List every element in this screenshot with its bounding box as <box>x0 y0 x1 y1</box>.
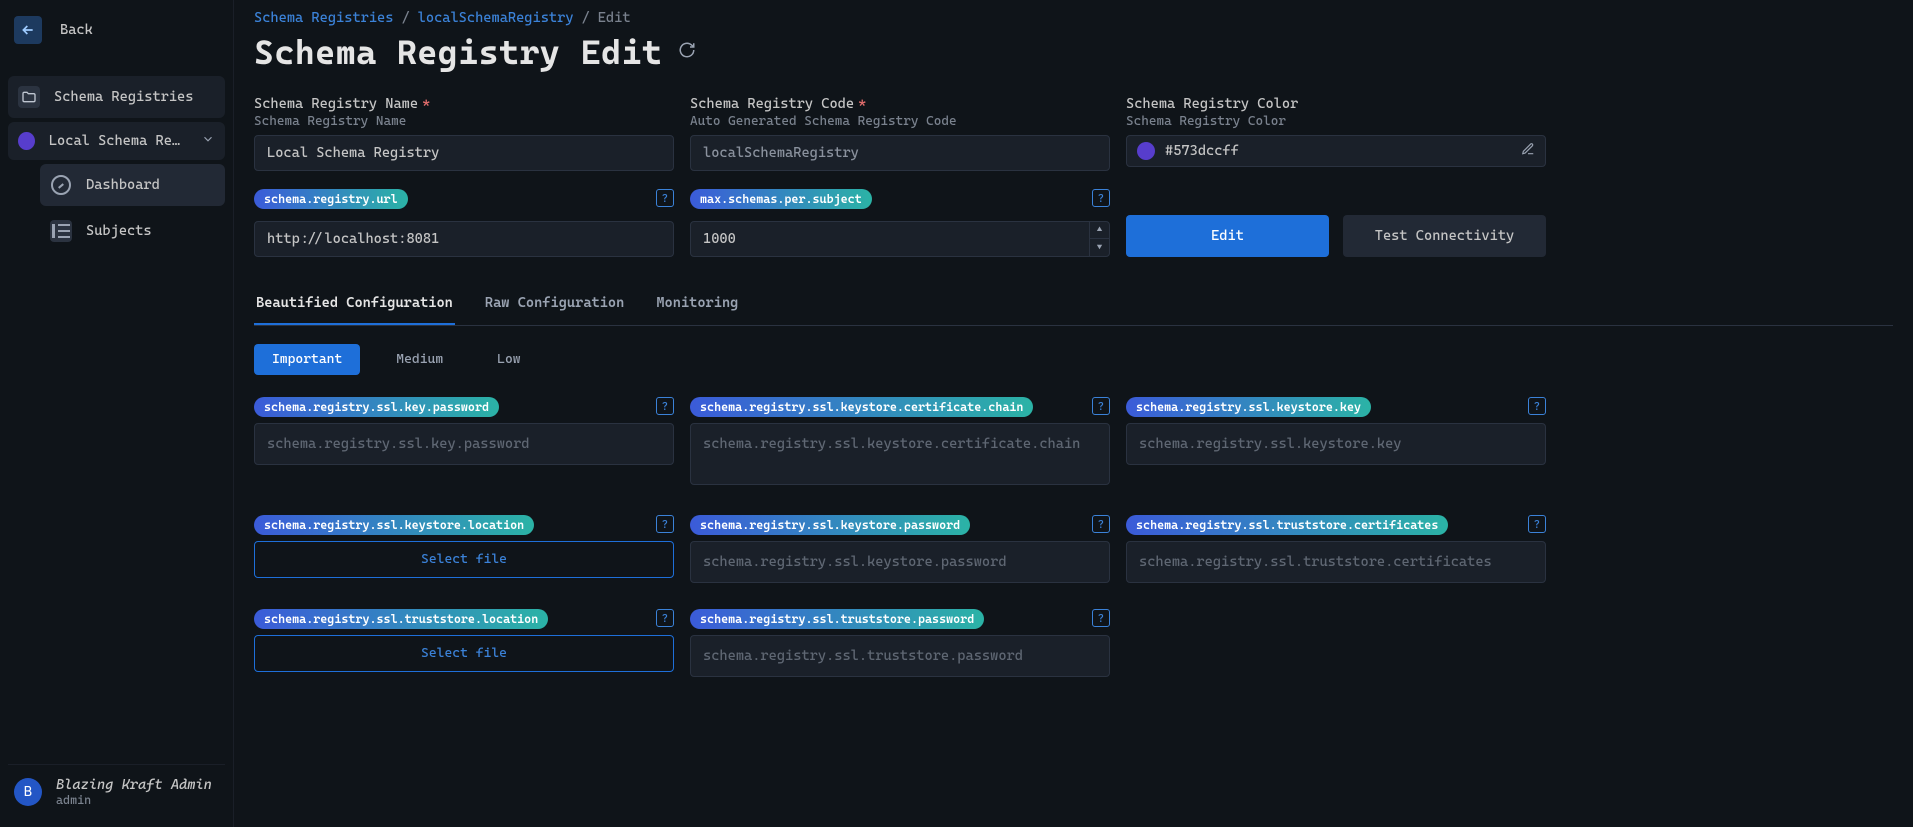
config-input[interactable] <box>690 423 1110 485</box>
avatar: B <box>14 778 42 806</box>
max-schemas-input[interactable] <box>690 221 1110 257</box>
config-field: schema.registry.ssl.truststore.password? <box>690 609 1110 677</box>
config-field: schema.registry.ssl.keystore.certificate… <box>690 397 1110 489</box>
edit-button[interactable]: Edit <box>1126 215 1329 257</box>
config-pill: schema.registry.ssl.truststore.certifica… <box>1126 515 1448 535</box>
sidebar-item-local-schema-registry[interactable]: Local Schema Regi… <box>8 122 225 160</box>
sidebar-item-label: Subjects <box>86 223 152 239</box>
breadcrumb: Schema Registries / localSchemaRegistry … <box>254 10 1893 26</box>
back-button[interactable]: Back <box>8 8 225 52</box>
tab-monitoring[interactable]: Monitoring <box>654 285 740 325</box>
color-input[interactable]: #573dccff <box>1126 135 1546 167</box>
sidebar: Back Schema Registries Local Schema Regi… <box>0 0 234 827</box>
config-pill: schema.registry.ssl.truststore.location <box>254 609 548 629</box>
tab-beautified[interactable]: Beautified Configuration <box>254 285 455 325</box>
config-input[interactable] <box>1126 541 1546 583</box>
breadcrumb-local-schema-registry[interactable]: localSchemaRegistry <box>418 10 574 26</box>
field-url: schema.registry.url ? <box>254 189 674 257</box>
config-input[interactable] <box>690 635 1110 677</box>
config-pill: schema.registry.ssl.keystore.location <box>254 515 534 535</box>
config-field: schema.registry.ssl.truststore.certifica… <box>1126 515 1546 583</box>
sidebar-item-label: Local Schema Regi… <box>49 133 187 149</box>
config-field: schema.registry.ssl.key.password? <box>254 397 674 489</box>
help-icon[interactable]: ? <box>1092 609 1110 627</box>
field-code: Schema Registry Code* Auto Generated Sch… <box>690 96 1110 171</box>
user-role: admin <box>56 793 212 807</box>
config-input[interactable] <box>254 423 674 465</box>
help-icon[interactable]: ? <box>1092 397 1110 415</box>
test-connectivity-button[interactable]: Test Connectivity <box>1343 215 1546 257</box>
help-icon[interactable]: ? <box>1092 189 1110 207</box>
user-name: Blazing Kraft Admin <box>56 777 212 793</box>
help-icon[interactable]: ? <box>1528 515 1546 533</box>
config-pill: schema.registry.ssl.keystore.certificate… <box>690 397 1033 417</box>
sidebar-item-dashboard[interactable]: Dashboard <box>40 164 225 206</box>
url-input[interactable] <box>254 221 674 257</box>
chevron-up-icon[interactable]: ▲ <box>1090 222 1109 239</box>
pill-low[interactable]: Low <box>479 344 538 375</box>
sidebar-item-subjects[interactable]: Subjects <box>40 210 225 252</box>
pencil-icon[interactable] <box>1521 142 1535 160</box>
breadcrumb-current: Edit <box>598 10 631 26</box>
config-field: schema.registry.ssl.keystore.location? Se… <box>254 515 674 583</box>
list-icon <box>50 220 72 242</box>
dashboard-icon <box>50 174 72 196</box>
config-grid: schema.registry.ssl.key.password?schema.… <box>254 397 1893 677</box>
chevron-down-icon[interactable]: ▼ <box>1090 239 1109 256</box>
number-stepper[interactable]: ▲ ▼ <box>1089 222 1109 256</box>
user-footer[interactable]: B Blazing Kraft Admin admin <box>8 764 225 819</box>
field-color: Schema Registry Color Schema Registry Co… <box>1126 96 1546 171</box>
field-max-schemas: max.schemas.per.subject ? ▲ ▼ <box>690 189 1110 257</box>
select-file-button[interactable]: Select file <box>254 635 674 672</box>
tab-raw[interactable]: Raw Configuration <box>483 285 626 325</box>
config-tabs: Beautified Configuration Raw Configurati… <box>254 285 1893 326</box>
refresh-icon[interactable] <box>678 41 696 63</box>
color-swatch-icon <box>1137 142 1155 160</box>
help-icon[interactable]: ? <box>656 189 674 207</box>
select-file-button[interactable]: Select file <box>254 541 674 578</box>
code-input <box>690 135 1110 171</box>
page-title: Schema Registry Edit <box>254 32 662 72</box>
color-dot-icon <box>18 132 35 150</box>
config-pill: schema.registry.ssl.keystore.password <box>690 515 970 535</box>
sidebar-item-label: Dashboard <box>86 177 160 193</box>
help-icon[interactable]: ? <box>1092 515 1110 533</box>
config-input[interactable] <box>1126 423 1546 465</box>
name-input[interactable] <box>254 135 674 171</box>
main-content: Schema Registries / localSchemaRegistry … <box>234 0 1913 827</box>
sidebar-item-schema-registries[interactable]: Schema Registries <box>8 76 225 118</box>
arrow-left-icon <box>14 16 42 44</box>
config-pill: schema.registry.ssl.key.password <box>254 397 499 417</box>
action-buttons: Edit Test Connectivity <box>1126 215 1546 257</box>
breadcrumb-schema-registries[interactable]: Schema Registries <box>254 10 393 26</box>
field-name: Schema Registry Name* Schema Registry Na… <box>254 96 674 171</box>
config-field: schema.registry.ssl.keystore.key? <box>1126 397 1546 489</box>
chevron-down-icon <box>201 132 215 150</box>
help-icon[interactable]: ? <box>656 609 674 627</box>
config-input[interactable] <box>690 541 1110 583</box>
help-icon[interactable]: ? <box>1528 397 1546 415</box>
help-icon[interactable]: ? <box>656 515 674 533</box>
config-field: schema.registry.ssl.keystore.password? <box>690 515 1110 583</box>
importance-tabs: Important Medium Low <box>254 344 1893 375</box>
help-icon[interactable]: ? <box>656 397 674 415</box>
config-pill: schema.registry.ssl.keystore.key <box>1126 397 1371 417</box>
sidebar-item-label: Schema Registries <box>54 89 193 105</box>
config-field: schema.registry.ssl.truststore.location?… <box>254 609 674 677</box>
folder-icon <box>18 86 40 108</box>
back-label: Back <box>60 22 93 38</box>
pill-important[interactable]: Important <box>254 344 360 375</box>
config-pill: schema.registry.ssl.truststore.password <box>690 609 984 629</box>
pill-medium[interactable]: Medium <box>378 344 461 375</box>
